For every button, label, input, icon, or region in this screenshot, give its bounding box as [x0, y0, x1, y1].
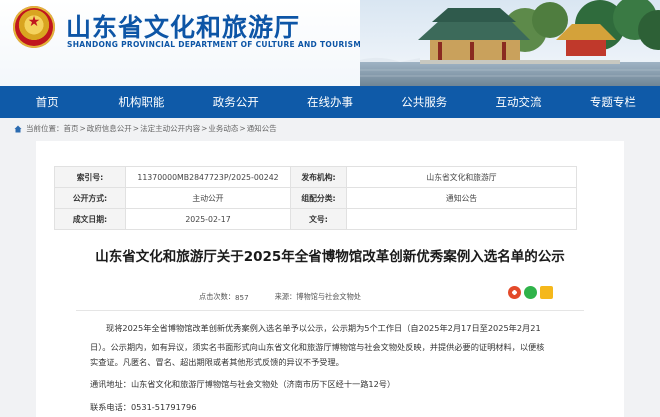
breadcrumb-separator: >	[239, 124, 246, 133]
paragraph-line: 实查证。凡匿名、冒名、超出期限或者其他形式反馈的异议不予受理。	[90, 357, 344, 367]
nav-online-services[interactable]: 在线办事	[283, 86, 377, 118]
publisher-value: 山东省文化和旅游厅	[346, 166, 577, 188]
category-label: 组配分类:	[290, 187, 347, 209]
breadcrumb: 当前位置： 首页 > 政府信息公开 > 法定主动公开内容 > 业务动态 > 通知…	[14, 123, 277, 134]
index-value: 11370000MB2847723P/2025-00242	[125, 166, 291, 188]
nav-functions[interactable]: 机构职能	[94, 86, 188, 118]
breadcrumb-statutory[interactable]: 法定主动公开内容	[140, 123, 200, 134]
divider	[76, 310, 584, 311]
address-line: 通讯地址：山东省文化和旅游厅博物馆与社会文物处（济南市历下区经十一路12号）	[90, 379, 396, 389]
breadcrumb-prefix: 当前位置：	[26, 124, 64, 133]
weibo-share-icon[interactable]	[508, 286, 521, 299]
category-value: 通知公告	[346, 187, 577, 209]
article-title: 山东省文化和旅游厅关于2025年全省博物馆改革创新优秀案例入选名单的公示	[95, 249, 565, 265]
breadcrumb-gov-info[interactable]: 政府信息公开	[87, 123, 132, 134]
site-subtitle: SHANDONG PROVINCIAL DEPARTMENT OF CULTUR…	[67, 40, 362, 49]
clicks-label: 点击次数：	[199, 292, 235, 301]
mode-label: 公开方式:	[54, 187, 126, 209]
breadcrumb-separator: >	[79, 124, 86, 133]
header-scenery-image	[360, 0, 660, 86]
qzone-share-icon[interactable]	[540, 286, 553, 299]
share-buttons	[508, 286, 553, 299]
index-label: 索引号:	[54, 166, 126, 188]
breadcrumb-business[interactable]: 业务动态	[208, 123, 238, 134]
mode-value: 主动公开	[125, 187, 291, 209]
wechat-share-icon[interactable]	[524, 286, 537, 299]
site-header: ★ 山东省文化和旅游厅 SHANDONG PROVINCIAL DEPARTME…	[0, 0, 660, 86]
nav-home[interactable]: 首页	[0, 86, 94, 118]
docno-value	[346, 208, 577, 230]
breadcrumb-separator: >	[201, 124, 208, 133]
emblem-icon: ★	[13, 6, 55, 48]
nav-government-affairs[interactable]: 政务公开	[189, 86, 283, 118]
paragraph-line: 现将2025年全省博物馆改革创新优秀案例入选名单予以公示，公示期为5个工作日（自…	[106, 323, 541, 333]
breadcrumb-notices[interactable]: 通知公告	[247, 123, 277, 134]
paragraph-line: 日）。公示期内，如有异议，须实名书面形式向山东省文化和旅游厅博物馆与社会文物处反…	[90, 342, 545, 352]
date-value: 2025-02-17	[125, 208, 291, 230]
breadcrumb-home[interactable]: 首页	[64, 123, 79, 134]
clicks-value: 857	[234, 292, 249, 302]
phone-line: 联系电话：0531-51791796	[90, 402, 197, 412]
source-label: 来源：	[274, 292, 297, 301]
breadcrumb-separator: >	[132, 124, 140, 133]
main-nav: 首页 机构职能 政务公开 在线办事 公共服务 互动交流 专题专栏	[0, 86, 660, 118]
home-icon	[14, 125, 22, 132]
docno-label: 文号:	[290, 208, 347, 230]
nav-special-topics[interactable]: 专题专栏	[566, 86, 660, 118]
source-value: 博物馆与社会文物处	[296, 292, 361, 301]
site-title[interactable]: 山东省文化和旅游厅	[66, 8, 300, 44]
nav-interaction[interactable]: 互动交流	[471, 86, 565, 118]
nav-public-services[interactable]: 公共服务	[377, 86, 471, 118]
document-metadata-table: 索引号: 11370000MB2847723P/2025-00242 发布机构:…	[54, 166, 577, 230]
article-stats: 点击次数： 857 来源： 博物馆与社会文物处	[199, 292, 361, 302]
article-paragraph: 现将2025年全省博物馆改革创新优秀案例入选名单予以公示，公示期为5个工作日（自…	[90, 321, 590, 336]
date-label: 成文日期:	[54, 208, 126, 230]
publisher-label: 发布机构:	[290, 166, 347, 188]
article-paragraph-cont: 日）。公示期内，如有异议，须实名书面形式向山东省文化和旅游厅博物馆与社会文物处反…	[90, 342, 590, 370]
